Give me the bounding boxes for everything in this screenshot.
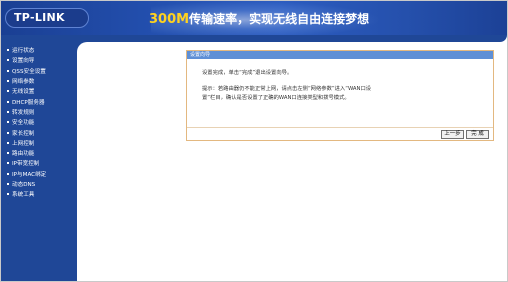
sidebar-item-label: 家长控制	[12, 130, 35, 137]
sidebar-item-security[interactable]: 安全功能	[1, 117, 77, 127]
sidebar-item-label: 无线设置	[12, 89, 35, 96]
sidebar-item-parental-control[interactable]: 家长控制	[1, 127, 77, 137]
bullet-icon	[7, 141, 9, 144]
bullet-icon	[7, 162, 9, 165]
sidebar-item-wireless[interactable]: 无线设置	[1, 86, 77, 96]
sidebar-item-label: 上网控制	[12, 140, 35, 147]
slogan-text: 传输速率，实现无线自由连接梦想	[189, 12, 370, 26]
sidebar-item-bandwidth[interactable]: IP带宽控制	[1, 158, 77, 168]
sidebar-item-access-control[interactable]: 上网控制	[1, 138, 77, 148]
sidebar-item-setup-wizard[interactable]: 设置向导	[1, 55, 77, 65]
bullet-icon	[7, 193, 9, 196]
logo-text: TP-LINK	[14, 11, 65, 24]
sidebar-item-label: DHCP服务器	[12, 99, 45, 106]
bullet-icon	[7, 69, 9, 72]
sidebar-item-label: 转发规则	[12, 109, 35, 116]
sidebar-item-forwarding[interactable]: 转发规则	[1, 107, 77, 117]
bullet-icon	[7, 110, 9, 113]
tip-message-line2: 置”栏目，确认是否设置了正确的WAN口连接类型和拨号模式。	[202, 95, 350, 101]
header-banner: TP-LINK 300M传输速率，实现无线自由连接梦想	[1, 1, 507, 35]
sidebar-item-system-tools[interactable]: 系统工具	[1, 189, 77, 199]
main-content: 设置向导 设置完成，单击“完成”退出设置向导。 提示：若路由器仍不能正常上网，请…	[77, 35, 507, 281]
setup-wizard-panel: 设置向导 设置完成，单击“完成”退出设置向导。 提示：若路由器仍不能正常上网，请…	[186, 50, 494, 141]
bullet-icon	[7, 131, 9, 134]
sidebar-item-dhcp[interactable]: DHCP服务器	[1, 96, 77, 106]
button-row: 上一步 完 成	[187, 127, 493, 140]
sidebar-item-label: 系统工具	[12, 192, 35, 199]
sidebar-item-network[interactable]: 网络参数	[1, 76, 77, 86]
sidebar-item-label: 网络参数	[12, 79, 35, 86]
sidebar-item-label: 路由功能	[12, 151, 35, 158]
sidebar-item-status[interactable]: 运行状态	[1, 45, 77, 55]
panel-title: 设置向导	[187, 51, 493, 59]
bullet-icon	[7, 49, 9, 52]
bullet-icon	[7, 90, 9, 93]
finish-button[interactable]: 完 成	[466, 130, 489, 139]
completion-message: 设置完成，单击“完成”退出设置向导。	[202, 70, 293, 76]
sidebar-item-routing[interactable]: 路由功能	[1, 148, 77, 158]
bullet-icon	[7, 100, 9, 103]
sidebar-item-ip-mac-binding[interactable]: IP与MAC绑定	[1, 169, 77, 179]
sidebar-item-label: 运行状态	[12, 48, 35, 55]
bullet-icon	[7, 152, 9, 155]
tp-link-logo: TP-LINK	[5, 8, 89, 28]
sidebar-item-ddns[interactable]: 动态DNS	[1, 179, 77, 189]
slogan-speed: 300M	[149, 12, 190, 27]
sidebar-item-label: 安全功能	[12, 120, 35, 127]
bullet-icon	[7, 172, 9, 175]
tip-message-line1: 提示：若路由器仍不能正常上网，请点击左侧“网络参数”进入“WAN口设	[202, 86, 372, 92]
back-button[interactable]: 上一步	[441, 130, 464, 139]
slogan: 300M传输速率，实现无线自由连接梦想	[149, 11, 369, 27]
sidebar-item-label: IP带宽控制	[12, 161, 40, 168]
sidebar-item-label: IP与MAC绑定	[12, 171, 47, 178]
sidebar-item-label: QSS安全设置	[12, 68, 46, 75]
sidebar-item-label: 动态DNS	[12, 182, 36, 188]
bullet-icon	[7, 121, 9, 124]
bullet-icon	[7, 80, 9, 83]
bullet-icon	[7, 183, 9, 185]
sidebar-item-label: 设置向导	[12, 58, 35, 65]
sidebar-nav: 运行状态 设置向导 QSS安全设置 网络参数 无线设置 DHCP服务器 转发规则…	[1, 35, 77, 281]
sidebar-item-qss[interactable]: QSS安全设置	[1, 66, 77, 76]
top-border-bar	[77, 35, 507, 42]
bullet-icon	[7, 59, 9, 62]
